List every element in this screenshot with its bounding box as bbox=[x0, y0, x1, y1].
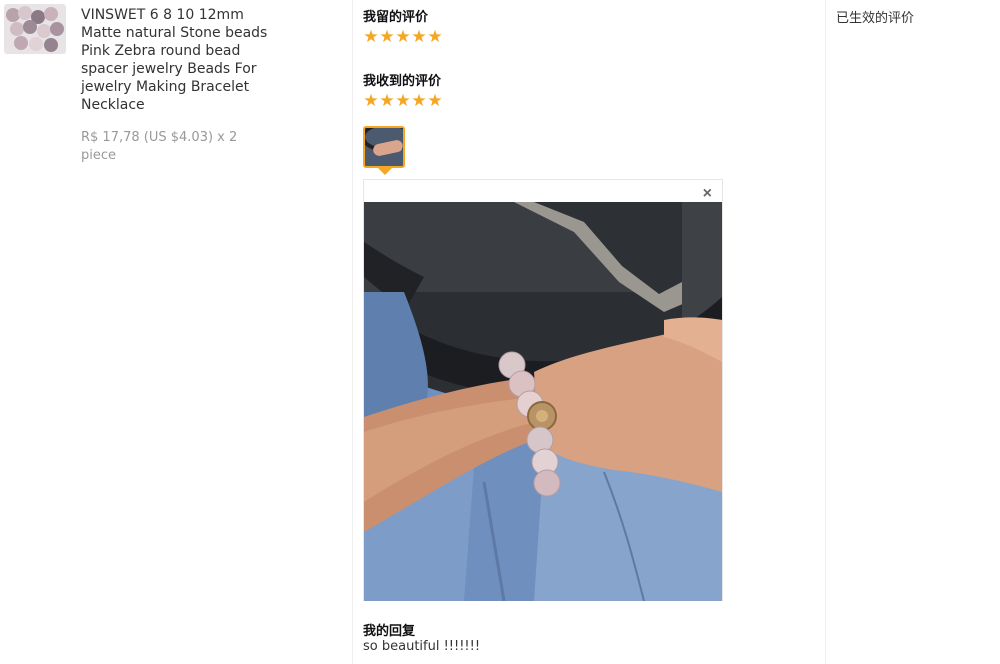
reply-text: so beautiful !!!!!!! bbox=[363, 639, 481, 654]
product-title[interactable]: VINSWET 6 8 10 12mm Matte natural Stone … bbox=[81, 6, 276, 114]
star-icon: ★ bbox=[379, 91, 395, 110]
product-column: VINSWET 6 8 10 12mm Matte natural Stone … bbox=[0, 0, 352, 664]
bracelet-photo bbox=[364, 202, 722, 601]
review-photo-thumbnail[interactable] bbox=[363, 126, 405, 168]
received-rating-stars: ★ ★ ★ ★ ★ bbox=[363, 91, 443, 110]
star-icon: ★ bbox=[363, 91, 379, 110]
received-review-heading: 我收到的评价 bbox=[363, 74, 442, 89]
star-icon: ★ bbox=[395, 91, 411, 110]
my-rating-stars: ★ ★ ★ ★ ★ bbox=[363, 27, 443, 46]
star-icon: ★ bbox=[411, 91, 427, 110]
selected-thumb-arrow bbox=[378, 168, 392, 175]
star-icon: ★ bbox=[363, 27, 379, 46]
star-icon: ★ bbox=[395, 27, 411, 46]
reply-heading: 我的回复 bbox=[363, 624, 416, 639]
star-icon: ★ bbox=[427, 27, 443, 46]
my-review-heading: 我留的评价 bbox=[363, 10, 429, 25]
feedback-page: VINSWET 6 8 10 12mm Matte natural Stone … bbox=[0, 0, 1000, 664]
review-column: 我留的评价 ★ ★ ★ ★ ★ 我收到的评价 ★ ★ ★ ★ ★ × 我的回复 … bbox=[353, 0, 825, 664]
review-status: 已生效的评价 bbox=[836, 11, 915, 26]
star-icon: ★ bbox=[379, 27, 395, 46]
star-icon: ★ bbox=[411, 27, 427, 46]
status-column: 已生效的评价 bbox=[826, 0, 1000, 664]
star-icon: ★ bbox=[427, 91, 443, 110]
product-price: R$ 17,78 (US $4.03) x 2 piece bbox=[81, 130, 238, 163]
photo-viewer: × bbox=[363, 179, 723, 601]
close-icon[interactable]: × bbox=[703, 184, 712, 204]
product-thumbnail[interactable] bbox=[4, 4, 66, 54]
